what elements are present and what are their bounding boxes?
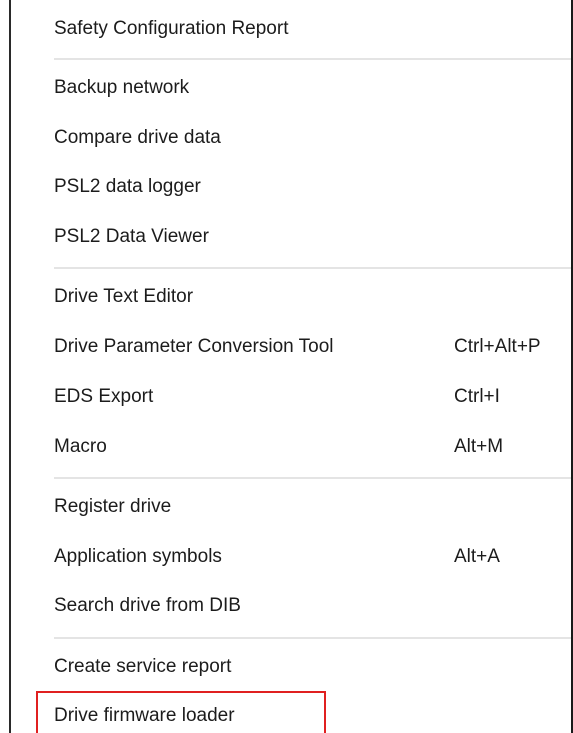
menu-item-drive-text-editor[interactable]: Drive Text Editor xyxy=(54,276,569,318)
menu-separator xyxy=(54,637,571,639)
menu-item-search-drive-from-dib[interactable]: Search drive from DIB xyxy=(54,585,569,627)
menu-item-label: EDS Export xyxy=(54,386,154,407)
menu-item-macro[interactable]: Macro Alt+M xyxy=(54,426,569,468)
menu-item-label: PSL2 Data Viewer xyxy=(54,226,209,247)
menu-item-label: Drive Parameter Conversion Tool xyxy=(54,336,334,357)
menu-separator xyxy=(54,58,571,60)
menu-item-label: Application symbols xyxy=(54,546,222,567)
menu-item-eds-export[interactable]: EDS Export Ctrl+I xyxy=(54,376,569,418)
menu-item-label: Drive firmware loader xyxy=(54,705,235,726)
menu-item-create-service-report[interactable]: Create service report xyxy=(54,646,569,688)
menu-separator xyxy=(54,267,571,269)
menu-item-label: PSL2 data logger xyxy=(54,176,201,197)
menu-item-psl2-data-logger[interactable]: PSL2 data logger xyxy=(54,166,569,208)
menu-separator xyxy=(54,477,571,479)
menu-item-drive-parameter-conversion-tool[interactable]: Drive Parameter Conversion Tool Ctrl+Alt… xyxy=(54,326,569,368)
menu-item-label: Compare drive data xyxy=(54,127,221,148)
menu-item-label: Safety Configuration Report xyxy=(54,18,289,39)
menu-item-shortcut: Ctrl+I xyxy=(454,386,500,407)
menu-item-label: Search drive from DIB xyxy=(54,595,241,616)
menu-item-shortcut: Ctrl+Alt+P xyxy=(454,336,541,357)
menu-item-label: Backup network xyxy=(54,77,190,98)
menu-item-label: Register drive xyxy=(54,496,172,517)
menu-item-application-symbols[interactable]: Application symbols Alt+A xyxy=(54,536,569,578)
menu-border-left xyxy=(9,0,11,733)
menu-item-shortcut: Alt+M xyxy=(454,436,504,457)
menu-item-shortcut: Alt+A xyxy=(454,546,500,567)
menu-item-backup-network[interactable]: Backup network xyxy=(54,67,569,109)
menu-item-safety-configuration-report[interactable]: Safety Configuration Report xyxy=(54,8,569,50)
menu-item-drive-firmware-loader[interactable]: Drive firmware loader xyxy=(54,695,569,733)
menu-item-label: Drive Text Editor xyxy=(54,286,194,307)
menu-item-label: Macro xyxy=(54,436,107,457)
menu-item-register-drive[interactable]: Register drive xyxy=(54,486,569,528)
context-menu: Safety Configuration Report Backup netwo… xyxy=(0,0,573,733)
menu-item-compare-drive-data[interactable]: Compare drive data xyxy=(54,117,569,159)
menu-item-label: Create service report xyxy=(54,656,232,677)
menu-item-psl2-data-viewer[interactable]: PSL2 Data Viewer xyxy=(54,216,569,258)
